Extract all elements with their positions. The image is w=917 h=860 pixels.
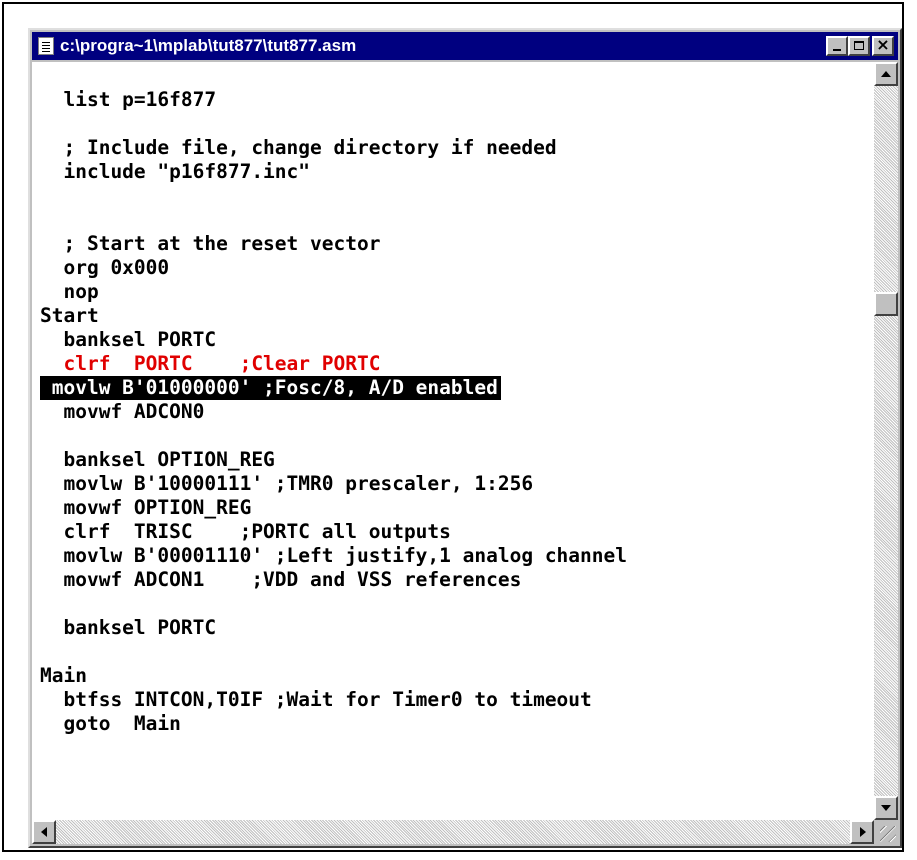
- title-bar[interactable]: c:\progra~1\mplab\tut877\tut877.asm ×: [32, 32, 898, 60]
- code-line[interactable]: ; Include file, change directory if need…: [40, 136, 556, 160]
- arrow-left-icon: [41, 827, 47, 837]
- code-line[interactable]: clrf TRISC ;PORTC all outputs: [40, 520, 450, 544]
- figure-frame: c:\progra~1\mplab\tut877\tut877.asm × li…: [2, 2, 904, 852]
- code-line[interactable]: clrf PORTC ;Clear PORTC: [40, 352, 380, 376]
- code-line[interactable]: movwf ADCON1 ;VDD and VSS references: [40, 568, 521, 592]
- code-line[interactable]: movlw B'00001110' ;Left justify,1 analog…: [40, 544, 627, 568]
- arrow-up-icon: [881, 71, 891, 77]
- vertical-scroll-thumb[interactable]: [874, 291, 898, 316]
- code-line[interactable]: goto Main: [40, 712, 180, 736]
- code-line[interactable]: Main: [40, 664, 87, 688]
- minimize-icon: [833, 49, 841, 51]
- code-line[interactable]: banksel PORTC: [40, 328, 216, 352]
- maximize-button[interactable]: [848, 36, 870, 56]
- client-area: list p=16f877 ; Include file, change dir…: [32, 62, 898, 844]
- scroll-up-button[interactable]: [874, 62, 898, 86]
- editor-window: c:\progra~1\mplab\tut877\tut877.asm × li…: [28, 28, 902, 848]
- scroll-down-button[interactable]: [874, 796, 898, 820]
- horizontal-scrollbar[interactable]: [32, 820, 874, 844]
- size-grip[interactable]: [874, 820, 898, 844]
- code-line[interactable]: banksel OPTION_REG: [40, 448, 274, 472]
- code-line[interactable]: movwf ADCON0: [40, 400, 204, 424]
- code-line[interactable]: movlw B'01000000' ;Fosc/8, A/D enabled: [40, 376, 501, 400]
- code-line[interactable]: ; Start at the reset vector: [40, 232, 380, 256]
- arrow-right-icon: [860, 827, 866, 837]
- close-button[interactable]: ×: [872, 35, 894, 56]
- scroll-right-button[interactable]: [850, 820, 874, 844]
- code-editor[interactable]: list p=16f877 ; Include file, change dir…: [32, 62, 874, 820]
- code-line[interactable]: include "p16f877.inc": [40, 160, 310, 184]
- window-title: c:\progra~1\mplab\tut877\tut877.asm: [60, 36, 357, 55]
- code-line[interactable]: movwf OPTION_REG: [40, 496, 251, 520]
- window-controls: ×: [826, 35, 894, 56]
- document-icon[interactable]: [38, 37, 54, 55]
- arrow-down-icon: [881, 805, 891, 811]
- maximize-icon: [854, 41, 864, 50]
- vertical-scrollbar[interactable]: [874, 62, 898, 820]
- code-line[interactable]: btfss INTCON,T0IF ;Wait for Timer0 to ti…: [40, 688, 591, 712]
- code-line[interactable]: banksel PORTC: [40, 616, 216, 640]
- minimize-button[interactable]: [826, 36, 848, 56]
- code-line[interactable]: nop: [40, 280, 98, 304]
- code-line[interactable]: Start: [40, 304, 99, 328]
- close-icon: ×: [876, 35, 890, 54]
- code-line[interactable]: movlw B'10000111' ;TMR0 prescaler, 1:256: [40, 472, 533, 496]
- scroll-left-button[interactable]: [32, 820, 56, 844]
- code-line[interactable]: list p=16f877: [40, 88, 216, 112]
- code-line[interactable]: org 0x000: [40, 256, 169, 280]
